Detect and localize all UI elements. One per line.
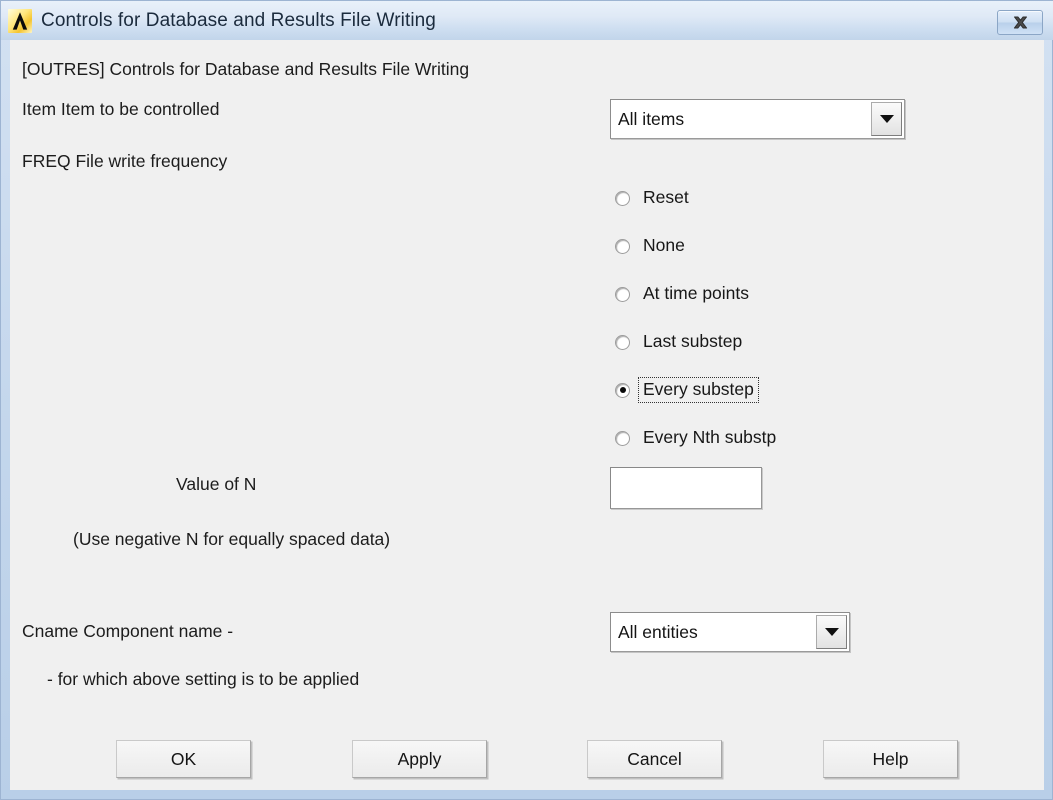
value-of-n-input[interactable]: [610, 467, 762, 509]
radio-indicator-none[interactable]: [615, 239, 630, 254]
cname-label: Cname Component name -: [22, 621, 233, 642]
radio-indicator-every-nth-substep[interactable]: [615, 431, 630, 446]
dialog-client-area: [OUTRES] Controls for Database and Resul…: [10, 40, 1044, 790]
chevron-down-icon[interactable]: [871, 102, 902, 136]
window-title: Controls for Database and Results File W…: [41, 10, 436, 32]
cname-combo-value: All entities: [611, 613, 816, 651]
item-combo-value: All items: [611, 100, 871, 138]
ok-button[interactable]: OK: [116, 740, 251, 778]
apply-button[interactable]: Apply: [352, 740, 487, 778]
dialog-header: [OUTRES] Controls for Database and Resul…: [22, 59, 469, 80]
freq-label: FREQ File write frequency: [22, 151, 227, 172]
radio-row-at-time-points[interactable]: At time points: [615, 281, 753, 307]
cname-combo[interactable]: All entities: [610, 612, 850, 652]
radio-label-at-time-points: At time points: [639, 282, 753, 306]
close-button[interactable]: [997, 10, 1043, 35]
close-icon: [1012, 15, 1029, 30]
radio-row-reset[interactable]: Reset: [615, 185, 693, 211]
value-of-n-label: Value of N: [176, 474, 256, 495]
radio-row-last-substep[interactable]: Last substep: [615, 329, 746, 355]
radio-row-every-substep[interactable]: Every substep: [615, 377, 758, 403]
radio-label-every-substep: Every substep: [639, 378, 758, 402]
radio-label-last-substep: Last substep: [639, 330, 746, 354]
radio-label-every-nth-substep: Every Nth substp: [639, 426, 780, 450]
radio-indicator-reset[interactable]: [615, 191, 630, 206]
item-label: Item Item to be controlled: [22, 99, 219, 120]
ansys-lambda-icon: [8, 9, 32, 33]
radio-label-reset: Reset: [639, 186, 693, 210]
radio-row-none[interactable]: None: [615, 233, 689, 259]
radio-indicator-at-time-points[interactable]: [615, 287, 630, 302]
item-combo[interactable]: All items: [610, 99, 905, 139]
negative-n-hint: (Use negative N for equally spaced data): [73, 529, 390, 550]
cname-sublabel: - for which above setting is to be appli…: [47, 669, 359, 690]
help-button[interactable]: Help: [823, 740, 958, 778]
title-bar: Controls for Database and Results File W…: [1, 1, 1053, 40]
radio-row-every-nth-substep[interactable]: Every Nth substp: [615, 425, 780, 451]
radio-label-none: None: [639, 234, 689, 258]
radio-indicator-every-substep[interactable]: [615, 383, 630, 398]
dialog-window: Controls for Database and Results File W…: [0, 0, 1053, 800]
cancel-button[interactable]: Cancel: [587, 740, 722, 778]
chevron-down-icon[interactable]: [816, 615, 847, 649]
radio-indicator-last-substep[interactable]: [615, 335, 630, 350]
